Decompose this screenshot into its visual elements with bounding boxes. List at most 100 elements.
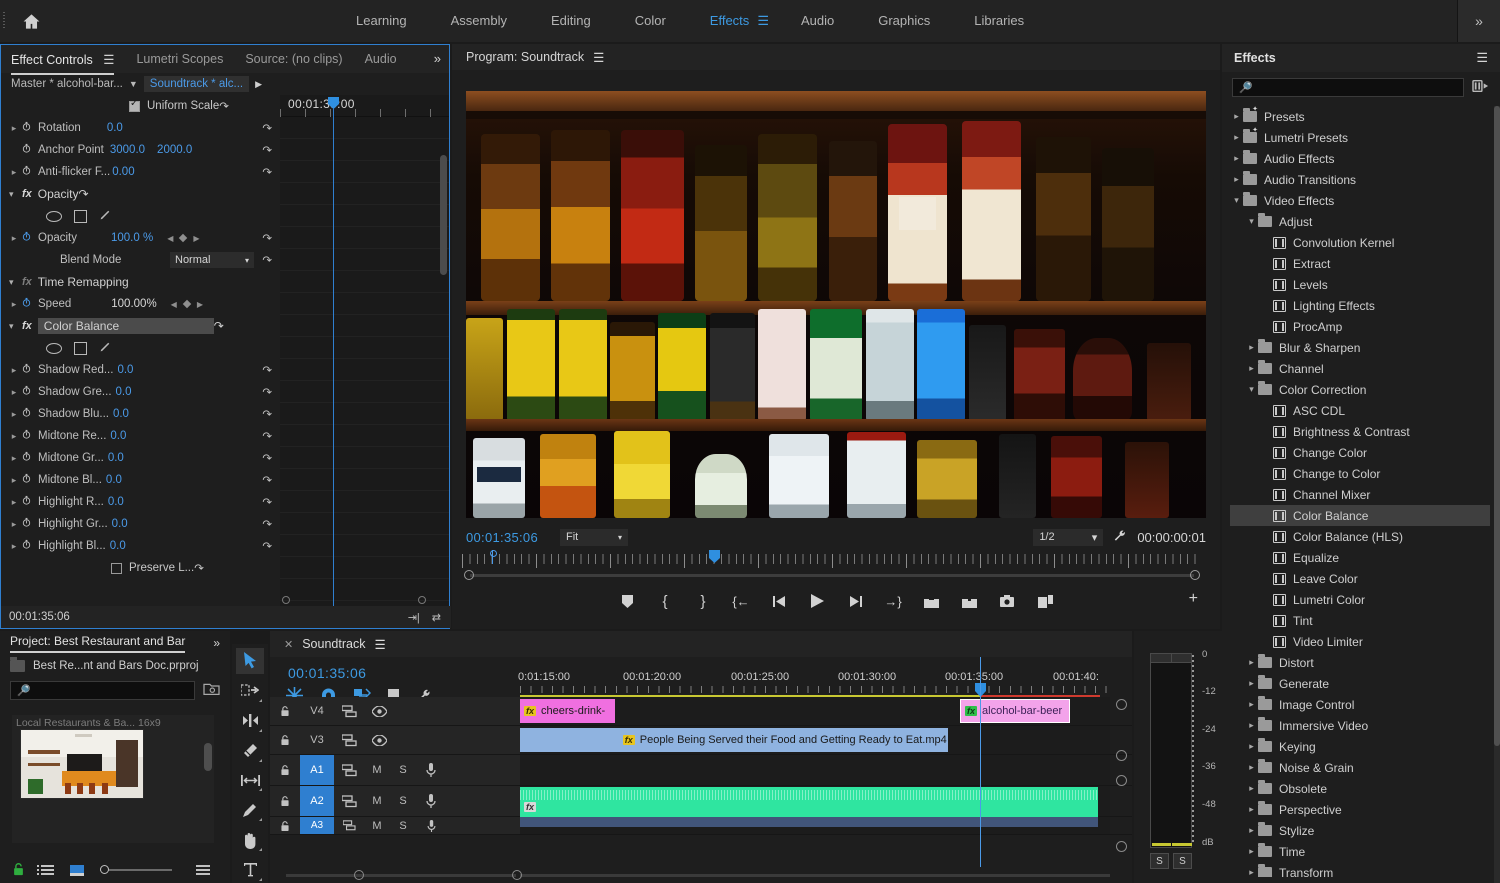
reset-icon[interactable]: ↷ bbox=[262, 143, 272, 157]
twirl-icon[interactable]: ▸ bbox=[7, 233, 21, 244]
twirl-icon[interactable]: ▸ bbox=[7, 431, 21, 442]
next-keyframe-icon[interactable]: ▶ bbox=[197, 300, 203, 309]
target-track-icon[interactable] bbox=[334, 763, 364, 777]
param-value[interactable]: 0.0 bbox=[106, 474, 122, 486]
effects-tree-item-tint[interactable]: Tint bbox=[1230, 610, 1490, 631]
effects-tree-item-lighting-effects[interactable]: Lighting Effects bbox=[1230, 295, 1490, 316]
mute-track-button-a3[interactable]: M bbox=[364, 820, 390, 832]
panel-menu-icon[interactable]: ☰ bbox=[374, 637, 385, 652]
rectangle-mask-icon[interactable] bbox=[74, 209, 87, 223]
timeline-tab-label[interactable]: Soundtrack bbox=[302, 637, 365, 651]
sequence-clip-label[interactable]: Soundtrack * alc... bbox=[143, 76, 250, 92]
toggle-animation-icon[interactable]: ⇥| bbox=[408, 611, 420, 624]
effect-group-time-remapping[interactable]: ▾ fx Time Remapping bbox=[1, 271, 280, 293]
audio-solo-button-left[interactable]: S bbox=[1150, 853, 1169, 869]
param-value[interactable]: 0.0 bbox=[116, 386, 132, 398]
target-track-icon[interactable] bbox=[334, 733, 364, 747]
track-name-v4[interactable]: V4 bbox=[300, 705, 334, 717]
workspace-tab-audio[interactable]: Audio bbox=[779, 0, 856, 42]
chevron-down-icon[interactable]: ▾ bbox=[1245, 216, 1258, 227]
effect-group-color-balance[interactable]: ▾ fx Color Balance ↷ bbox=[1, 315, 280, 337]
param-anchor-point[interactable]: Anchor Point 3000.0 2000.0 ↷ bbox=[1, 139, 280, 161]
solo-track-button-a2[interactable]: S bbox=[390, 795, 416, 807]
stopwatch-icon[interactable] bbox=[21, 143, 34, 157]
scroll-knob-mid2[interactable] bbox=[1116, 775, 1127, 786]
reset-icon[interactable]: ↷ bbox=[262, 495, 272, 509]
effect-controls-overflow-icon[interactable]: » bbox=[434, 51, 441, 66]
add-keyframe-icon[interactable] bbox=[179, 233, 188, 243]
effects-tree-item-noise-grain[interactable]: ▸ Noise & Grain bbox=[1230, 757, 1490, 778]
lock-track-icon[interactable] bbox=[270, 764, 300, 776]
param-preserve-luminosity[interactable]: Preserve L... ↷ bbox=[1, 557, 280, 592]
prev-keyframe-icon[interactable]: ◀ bbox=[171, 300, 177, 309]
ellipse-mask-icon[interactable] bbox=[46, 210, 62, 222]
zoom-bar-left-handle[interactable] bbox=[464, 570, 474, 580]
project-item-list[interactable]: Local Restaurants & Ba... 16x9 bbox=[12, 715, 214, 843]
button-editor-plus[interactable]: + bbox=[1189, 590, 1198, 608]
reset-icon[interactable]: ↷ bbox=[262, 165, 272, 179]
project-search-input[interactable]: 🔍 bbox=[10, 680, 195, 700]
track-lane-a1[interactable] bbox=[520, 755, 1110, 785]
param-anti-flicker[interactable]: ▸ Anti-flicker F... 0.00 ↷ bbox=[1, 161, 280, 183]
chevron-down-icon[interactable]: ▼ bbox=[129, 79, 138, 89]
audio-solo-button-right[interactable]: S bbox=[1173, 853, 1192, 869]
effects-tree-item-image-control[interactable]: ▸ Image Control bbox=[1230, 694, 1490, 715]
effects-tree-item-asc-cdl[interactable]: ASC CDL bbox=[1230, 400, 1490, 421]
program-monitor-current-time[interactable]: 00:01:35:06 bbox=[466, 530, 538, 545]
project-list-scrollbar[interactable] bbox=[204, 743, 212, 771]
track-visibility-eye-icon[interactable] bbox=[364, 734, 394, 746]
list-view-icon[interactable] bbox=[37, 865, 54, 875]
program-monitor-video[interactable] bbox=[466, 91, 1206, 518]
track-lane-v4[interactable]: fx cheers-drink- fx alcohol-bar-beer bbox=[520, 697, 1110, 725]
settings-wrench-icon[interactable] bbox=[1113, 529, 1127, 546]
track-name-a2[interactable]: A2 bbox=[300, 786, 334, 816]
mute-track-button-a2[interactable]: M bbox=[364, 795, 390, 807]
panel-menu-icon[interactable]: ☰ bbox=[593, 50, 604, 65]
effect-controls-horizontal-scrollbar[interactable] bbox=[280, 596, 430, 604]
effects-tree-item-brightness-contrast[interactable]: Brightness & Contrast bbox=[1230, 421, 1490, 442]
workspace-tab-libraries[interactable]: Libraries bbox=[952, 0, 1046, 42]
tab-effect-controls[interactable]: Effect Controls ☰ bbox=[11, 52, 115, 75]
twirl-icon[interactable]: ▸ bbox=[7, 541, 21, 552]
selection-tool[interactable] bbox=[236, 648, 264, 674]
effects-tree-item-color-balance-hls[interactable]: Color Balance (HLS) bbox=[1230, 526, 1490, 547]
chevron-right-icon[interactable]: ▸ bbox=[1245, 678, 1258, 689]
effects-tree-item-lumetri-color[interactable]: Lumetri Color bbox=[1230, 589, 1490, 610]
chevron-down-icon[interactable]: ▾ bbox=[9, 321, 22, 332]
effects-tree-item-video-effects[interactable]: ▾ Video Effects bbox=[1230, 190, 1490, 211]
effects-tree-item-color-balance[interactable]: Color Balance bbox=[1230, 505, 1490, 526]
effects-tree-item-generate[interactable]: ▸ Generate bbox=[1230, 673, 1490, 694]
scroll-knob-top[interactable] bbox=[1116, 699, 1127, 710]
playhead-icon[interactable] bbox=[708, 549, 721, 564]
track-select-forward-tool[interactable] bbox=[236, 678, 264, 704]
workspace-tab-editing[interactable]: Editing bbox=[529, 0, 613, 42]
effects-tree-item-audio-transitions[interactable]: ▸ Audio Transitions bbox=[1230, 169, 1490, 190]
effects-tree-item-equalize[interactable]: Equalize bbox=[1230, 547, 1490, 568]
pen-tool[interactable] bbox=[236, 797, 264, 823]
stopwatch-icon[interactable] bbox=[21, 429, 34, 443]
slider-knob[interactable] bbox=[100, 865, 109, 874]
scroll-knob-left[interactable] bbox=[282, 596, 290, 604]
effects-scrollbar[interactable] bbox=[1494, 106, 1500, 883]
param-rotation[interactable]: ▸ Rotation 0.0 ↷ bbox=[1, 117, 280, 139]
chevron-right-icon[interactable]: ▸ bbox=[1245, 657, 1258, 668]
keyframe-nav[interactable]: ◀ ▶ bbox=[167, 234, 199, 243]
ellipse-mask-icon[interactable] bbox=[46, 342, 62, 354]
reset-icon[interactable]: ↷ bbox=[262, 121, 272, 135]
audio-meter-display[interactable] bbox=[1150, 653, 1192, 848]
param-value[interactable]: 0.0 bbox=[108, 452, 124, 464]
rotation-value[interactable]: 0.0 bbox=[107, 122, 123, 134]
solo-track-button-a3[interactable]: S bbox=[390, 820, 416, 832]
keyframe-nav[interactable]: ◀ ▶ bbox=[171, 300, 203, 309]
in-point-marker[interactable] bbox=[490, 550, 497, 564]
effects-tree-item-immersive-video[interactable]: ▸ Immersive Video bbox=[1230, 715, 1490, 736]
speed-value[interactable]: 100.00% bbox=[111, 298, 156, 310]
scroll-knob-bottom[interactable] bbox=[1116, 841, 1127, 852]
effects-tree-item-color-correction[interactable]: ▾ Color Correction bbox=[1230, 379, 1490, 400]
lock-track-icon[interactable] bbox=[270, 705, 300, 717]
chevron-right-icon[interactable]: ▸ bbox=[1230, 174, 1243, 185]
effects-tree-item-video-limiter[interactable]: Video Limiter bbox=[1230, 631, 1490, 652]
reset-icon[interactable]: ↷ bbox=[78, 187, 88, 201]
effects-tree-item-time[interactable]: ▸ Time bbox=[1230, 841, 1490, 862]
chevron-right-icon[interactable]: ▸ bbox=[1245, 867, 1258, 877]
